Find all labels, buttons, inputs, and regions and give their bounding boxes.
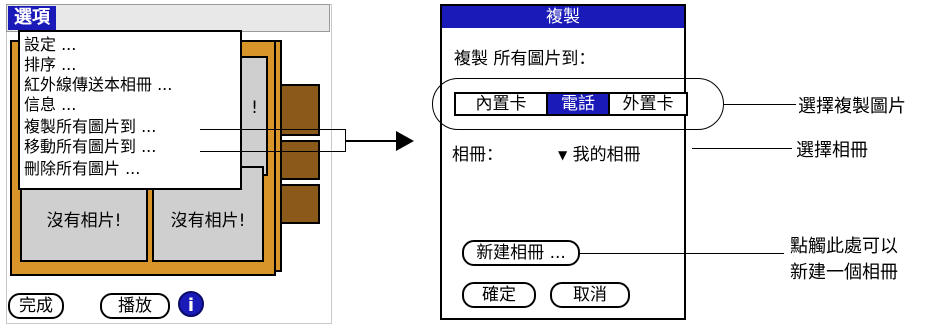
- ok-button[interactable]: 確定: [462, 282, 536, 308]
- callout-line-select-copy: [724, 104, 796, 105]
- thumbnail-mark: !: [251, 98, 258, 118]
- empty-slot-text: 沒有相片!: [46, 211, 122, 231]
- album-tab-3[interactable]: [280, 184, 320, 224]
- menu-item-sort[interactable]: 排序 ...: [24, 56, 76, 74]
- callout-new-album-line1: 點觸此處可以: [790, 236, 898, 257]
- album-label: 相冊：: [452, 145, 503, 165]
- new-album-button[interactable]: 新建相冊 ...: [462, 240, 580, 266]
- menu-item-settings[interactable]: 設定 ...: [24, 36, 76, 54]
- options-menu: 設定 ... 排序 ... 紅外線傳送本相冊 ... 信息 ... 複製所有圖片…: [18, 30, 242, 190]
- callout-line-new-album: [580, 253, 784, 254]
- target-selector: 內置卡 電話 外置卡: [454, 92, 688, 118]
- menu-item-copy-all[interactable]: 複製所有圖片到 ...: [24, 118, 156, 136]
- target-internal-card[interactable]: 內置卡: [454, 92, 548, 116]
- menu-item-move-all[interactable]: 移動所有圖片到 ...: [24, 138, 156, 156]
- play-button[interactable]: 播放: [100, 293, 170, 319]
- dialog-title: 複製: [442, 6, 684, 28]
- album-tab-2[interactable]: [280, 140, 320, 180]
- callout-new-album-line2: 新建一個相冊: [790, 262, 898, 283]
- empty-slot-text: 沒有相片!: [170, 211, 246, 231]
- album-dropdown-value: 我的相冊: [572, 145, 641, 165]
- info-icon[interactable]: i: [178, 291, 204, 317]
- callout-select-album: 選擇相冊: [796, 140, 868, 161]
- bracket-top-line: [200, 129, 346, 130]
- menu-item-info[interactable]: 信息 ...: [24, 96, 76, 114]
- pointer-arrow-head: [396, 131, 414, 151]
- dialog-prompt: 複製 所有圖片到：: [454, 49, 596, 69]
- menu-title-options[interactable]: 選項: [8, 6, 56, 30]
- menu-item-delete-all[interactable]: 刪除所有圖片 ...: [24, 160, 140, 178]
- bracket-bottom-line: [200, 151, 346, 152]
- target-external-card[interactable]: 外置卡: [608, 92, 688, 116]
- done-button[interactable]: 完成: [8, 293, 64, 319]
- pointer-arrow-line: [346, 140, 396, 142]
- album-dropdown[interactable]: ▼ 我的相冊: [558, 140, 641, 165]
- callout-line-select-album: [692, 148, 792, 149]
- target-phone[interactable]: 電話: [546, 92, 610, 116]
- cancel-button[interactable]: 取消: [550, 282, 630, 308]
- dropdown-triangle-icon: ▼: [558, 148, 568, 162]
- menu-item-beam-album[interactable]: 紅外線傳送本相冊 ...: [24, 76, 172, 94]
- callout-select-copy: 選擇複製圖片: [798, 96, 906, 117]
